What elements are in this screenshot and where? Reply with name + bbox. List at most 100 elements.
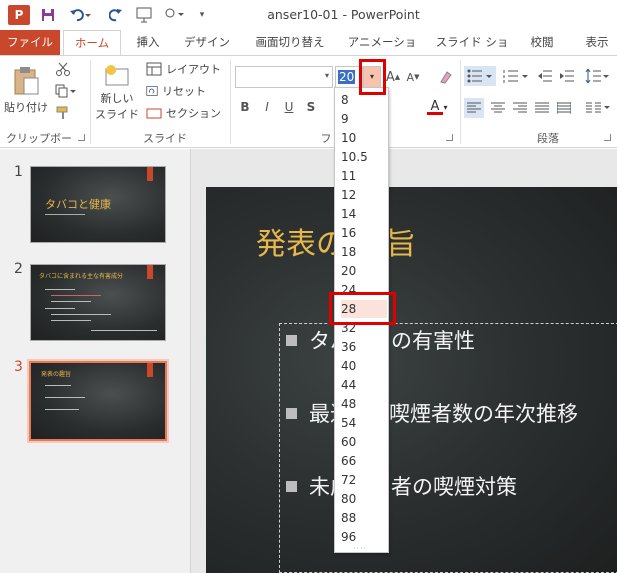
font-size-value[interactable]: 20	[338, 70, 356, 84]
ribbon-tabs: ファイル ホーム 挿入 デザイン 画面切り替え アニメーション スライド ショー…	[0, 30, 617, 73]
thumb-text-line	[45, 214, 85, 215]
thumb-title: タバコに含まれる主な有害成分	[39, 273, 124, 280]
font-name-combobox[interactable]: ▾	[235, 66, 333, 88]
bullet-item: 未成 者の喫煙対策	[286, 471, 517, 501]
clipboard-launcher-icon[interactable]	[78, 134, 85, 141]
numbering-icon[interactable]	[500, 66, 532, 86]
font-size-option[interactable]: 20	[341, 262, 387, 280]
slide-thumbnail-1[interactable]: タバコと健康	[30, 166, 166, 243]
separator	[230, 60, 231, 144]
highlight-dropdown-button	[359, 59, 386, 95]
slide-title-tail: 旨	[386, 227, 416, 262]
slides-group-label: スライド	[143, 132, 187, 145]
thumb-text-line	[45, 385, 71, 386]
font-size-option[interactable]: 9	[341, 110, 387, 128]
font-size-option[interactable]: 48	[341, 395, 387, 413]
align-left-icon[interactable]	[464, 98, 484, 118]
thumb-accent	[147, 167, 153, 181]
tab-transitions[interactable]: 画面切り替え	[248, 30, 332, 55]
tab-animations[interactable]: アニメーション	[344, 30, 420, 73]
clear-formatting-icon[interactable]	[436, 68, 454, 86]
new-slide-button[interactable]: 新しい スライド	[94, 60, 140, 126]
grow-font-icon[interactable]: A ▲	[384, 68, 402, 86]
slide-thumbnail-2[interactable]: タバコに含まれる主な有害成分	[30, 264, 166, 341]
thumb-text-line	[51, 295, 101, 296]
columns-icon[interactable]	[584, 98, 612, 118]
font-size-option[interactable]: 36	[341, 338, 387, 356]
shadow-icon[interactable]: S	[304, 98, 318, 116]
slide-thumbnail-3[interactable]: 発表の趣旨	[29, 361, 167, 441]
new-slide-label-1: 新しい	[100, 92, 134, 105]
bold-icon[interactable]: B	[238, 98, 252, 116]
slide-number: 1	[14, 164, 23, 180]
thumb-text-line	[51, 320, 91, 321]
font-size-option[interactable]: 12	[341, 186, 387, 204]
font-size-option[interactable]: 72	[341, 471, 387, 489]
font-name-arrow-icon[interactable]: ▾	[325, 71, 329, 80]
resize-grip-icon[interactable]: ····	[353, 544, 367, 553]
bullet-text-b: の有害性	[391, 329, 475, 353]
font-size-option[interactable]: 44	[341, 376, 387, 394]
paragraph-launcher-icon[interactable]	[604, 134, 611, 141]
thumb-title: タバコと健康	[45, 198, 111, 211]
align-center-icon[interactable]	[488, 98, 508, 118]
section-button[interactable]: セクション	[146, 104, 224, 122]
tab-insert[interactable]: 挿入	[128, 30, 168, 55]
slide-title-visible: 発表の	[256, 227, 346, 262]
font-size-option[interactable]: 66	[341, 452, 387, 470]
content-placeholder[interactable]	[279, 323, 617, 573]
thumb-text-line	[45, 409, 79, 410]
thumb-accent	[147, 265, 153, 279]
paste-label: 貼り付け	[4, 100, 48, 114]
font-size-option[interactable]: 14	[341, 205, 387, 223]
increase-indent-icon[interactable]	[558, 66, 576, 86]
thumb-text-line	[45, 308, 75, 309]
tab-file[interactable]: ファイル	[0, 30, 60, 55]
thumb-text-line	[51, 314, 111, 315]
line-spacing-icon[interactable]	[582, 66, 612, 86]
tab-home[interactable]: ホーム	[63, 30, 121, 55]
bullets-icon[interactable]	[464, 66, 496, 86]
font-size-option[interactable]: 80	[341, 490, 387, 508]
new-slide-label-2: スライド	[95, 108, 139, 121]
justify-icon[interactable]	[532, 98, 552, 118]
font-size-option[interactable]: 16	[341, 224, 387, 242]
italic-icon[interactable]: I	[260, 98, 274, 116]
tab-slideshow[interactable]: スライド ショー	[432, 30, 512, 73]
font-size-option[interactable]: 11	[341, 167, 387, 185]
bullet-item: 最近 喫煙者数の年次推移	[286, 398, 578, 428]
thumb-text-line	[45, 289, 75, 290]
reset-button[interactable]: リセット	[146, 82, 206, 100]
layout-button[interactable]: レイアウト	[146, 60, 224, 78]
decrease-indent-icon[interactable]	[536, 66, 554, 86]
tab-view[interactable]: 表示	[580, 30, 614, 55]
font-size-option[interactable]: 10	[341, 129, 387, 147]
font-launcher-icon[interactable]	[446, 134, 453, 141]
copy-icon[interactable]	[54, 82, 78, 100]
font-color-icon[interactable]: A ▾	[424, 96, 454, 118]
font-size-option[interactable]: 18	[341, 243, 387, 261]
tab-review[interactable]: 校閲	[526, 30, 558, 55]
font-size-option[interactable]: 10.5	[341, 148, 387, 166]
slide-number: 2	[14, 261, 23, 277]
cut-icon[interactable]	[54, 60, 72, 78]
bullet-text-b: 喫煙者数の年次推移	[389, 402, 578, 426]
title-bar: P ▾ anser10-01 - PowerPoint	[0, 0, 617, 30]
font-size-option[interactable]: 88	[341, 509, 387, 527]
tab-design[interactable]: デザイン	[180, 30, 234, 55]
paste-button[interactable]: 貼り付け	[4, 62, 48, 118]
font-size-option[interactable]: 40	[341, 357, 387, 375]
distributed-icon[interactable]	[554, 98, 574, 118]
align-right-icon[interactable]	[510, 98, 530, 118]
format-painter-icon[interactable]	[54, 104, 72, 122]
thumb-text-line	[45, 397, 85, 398]
layout-label: レイアウト	[166, 63, 221, 76]
font-size-option[interactable]: 54	[341, 414, 387, 432]
font-size-option[interactable]: 60	[341, 433, 387, 451]
shrink-font-icon[interactable]: A ▼	[404, 68, 422, 86]
underline-icon[interactable]: U	[282, 98, 296, 116]
slide-canvas[interactable]: 発表の旨 タバ の有害性 最近 喫煙者数の年次推移 未成 者の喫煙対策	[206, 187, 617, 573]
paragraph-group-label: 段落	[537, 132, 559, 145]
section-label: セクション	[166, 107, 221, 120]
slide-thumbnails-panel: 1 タバコと健康 2 タバコに含まれる主な有害成分 3 発表の趣旨	[0, 149, 190, 573]
